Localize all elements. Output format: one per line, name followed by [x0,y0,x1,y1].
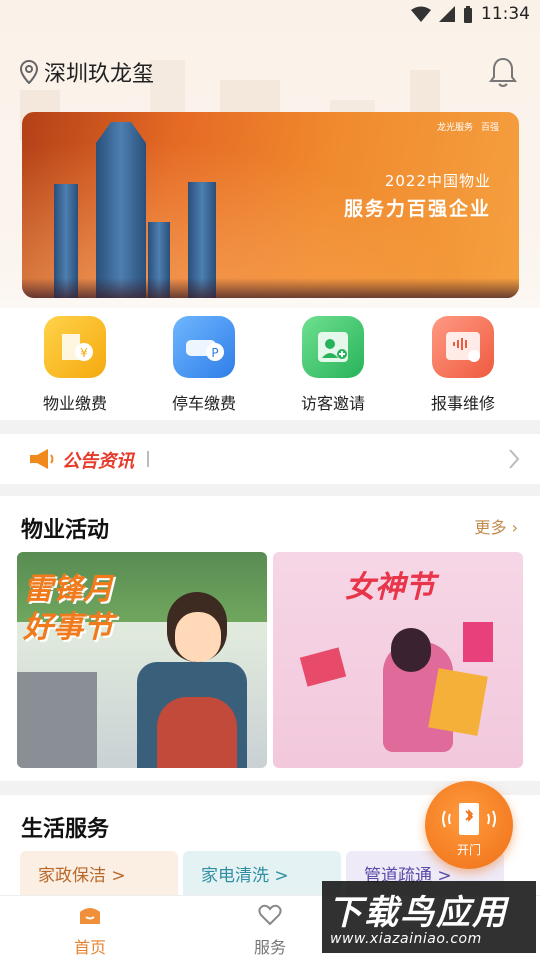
company-logo-text: 龙光服务 [436,123,473,133]
tab-home[interactable]: 首页 [50,904,130,958]
location-selector[interactable]: 深圳玖龙玺 [20,56,154,88]
child-figure [157,697,237,768]
heart-icon [258,904,282,926]
quick-item-visitor-invite[interactable]: 访客邀请 [278,316,388,414]
notice-divider [147,451,149,467]
banner-skyline [22,278,519,298]
home-icon [80,908,100,924]
gift-box [299,647,347,687]
quick-label: 报事维修 [430,394,495,413]
open-door-label: 开门 [456,843,481,857]
location-pin-icon [20,60,38,84]
promo-banner[interactable]: 龙光服务 百强 2022中国物业 服务力百强企业 [22,112,519,298]
notice-bar[interactable]: 公告资讯 [0,434,540,484]
chevron-right-icon: › [511,518,518,537]
quick-item-property-fee[interactable]: ¥ 物业缴费 [20,316,130,414]
clock: 11:34 [481,4,530,24]
watermark-title: 下载鸟应用 [328,893,508,933]
wifi-icon [411,6,431,22]
quick-item-parking-fee[interactable]: P 停车缴费 [149,316,259,414]
shopping-bags [428,668,488,736]
battery-icon [464,5,472,23]
woman-hair [391,628,431,672]
banner-line-2: 服务力百强企业 [343,198,491,220]
location-label: 深圳玖龙玺 [44,62,155,87]
tower-main [96,122,146,298]
bell-icon[interactable] [488,56,518,88]
more-link[interactable]: 更多 › [474,514,518,538]
life-services-title: 生活服务 [21,817,110,842]
open-door-button[interactable]: 开门 [425,781,513,869]
building-shape [17,672,97,768]
watermark: 下载鸟应用 www.xiazainiao.com [322,881,536,953]
chevron-right-icon [509,449,520,469]
watermark-url: www.xiazainiao.com [330,931,482,947]
activities-section: 物业活动 更多 › 雷锋月 好事节 女神节 [0,496,540,781]
card-title: 女神节 [345,570,435,605]
activities-title: 物业活动 [21,518,110,543]
service-appliance-cleaning[interactable]: 家电清洗 > [183,851,341,901]
property-fee-icon: ¥ [44,316,106,378]
notice-tag: 公告资讯 [62,451,134,472]
tab-service[interactable]: 服务 [230,904,310,958]
quick-label: 物业缴费 [42,394,107,413]
megaphone-icon [30,449,54,469]
shopping-bag [463,622,493,662]
visitor-invite-icon [302,316,364,378]
tab-label: 服务 [253,938,286,957]
quick-actions: ¥ 物业缴费 P 停车缴费 访客邀请 报事维修 [0,308,540,420]
partner-logo-text: 百强 [480,123,499,133]
card-title-line2: 好事节 [23,610,113,645]
quick-label: 停车缴费 [171,394,236,413]
activity-card[interactable]: 女神节 [273,552,523,768]
service-housekeeping[interactable]: 家政保洁 > [20,851,178,901]
status-bar: 11:34 [0,0,540,30]
quick-item-repair-report[interactable]: 报事维修 [408,316,518,414]
bluetooth-door-icon [442,803,496,835]
banner-logos: 龙光服务 百强 [437,120,499,133]
quick-label: 访客邀请 [300,394,365,413]
activity-card[interactable]: 雷锋月 好事节 [17,552,267,768]
parking-fee-icon: P [173,316,235,378]
more-label: 更多 [474,518,507,537]
svg-text:¥: ¥ [80,346,88,360]
svg-text:P: P [211,346,218,360]
tab-label: 首页 [73,938,106,957]
repair-report-icon [432,316,494,378]
character-face [175,612,221,662]
banner-line-1: 2022中国物业 [384,172,491,190]
signal-icon [439,6,455,22]
